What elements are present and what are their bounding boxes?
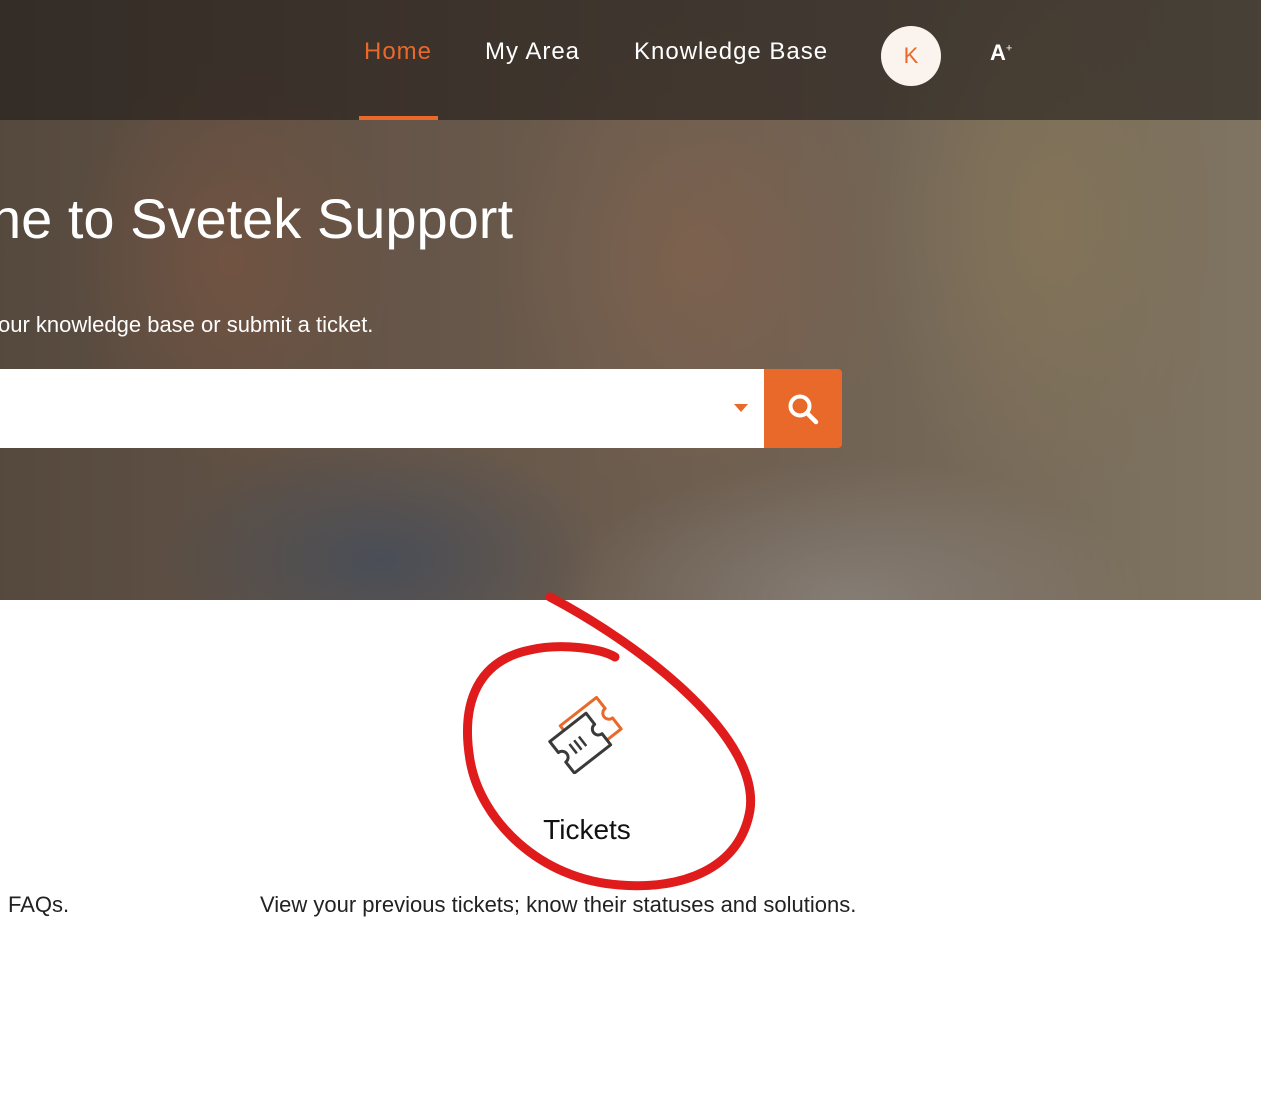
font-size-toggle-button[interactable]: A+ <box>990 40 1012 66</box>
search-input[interactable] <box>0 369 700 448</box>
search-button[interactable] <box>764 369 842 448</box>
tickets-card-title[interactable]: Tickets <box>0 814 1174 846</box>
nav-home[interactable]: Home <box>364 38 432 66</box>
tickets-card-description: View your previous tickets; know their s… <box>260 892 857 917</box>
avatar-initial: K <box>903 43 919 68</box>
font-size-letter: A <box>990 40 1006 65</box>
search-icon <box>788 394 819 424</box>
active-nav-indicator <box>359 116 438 120</box>
user-avatar[interactable]: K <box>881 26 941 86</box>
caret-down-icon[interactable] <box>734 404 748 412</box>
faq-card-description: FAQs. <box>8 892 70 917</box>
hero-banner: Home My Area Knowledge Base K A+ ne to S… <box>0 0 1261 600</box>
hero-title: ne to Svetek Support <box>0 187 514 250</box>
top-navigation-bar: Home My Area Knowledge Base K A+ <box>0 0 1261 120</box>
font-size-plus: + <box>1005 42 1013 55</box>
ticket-icon[interactable] <box>540 690 636 774</box>
search-box <box>0 369 764 448</box>
hero-subtitle: our knowledge base or submit a ticket. <box>0 312 374 337</box>
nav-my-area[interactable]: My Area <box>485 38 580 66</box>
nav-knowledge-base[interactable]: Knowledge Base <box>634 38 828 66</box>
